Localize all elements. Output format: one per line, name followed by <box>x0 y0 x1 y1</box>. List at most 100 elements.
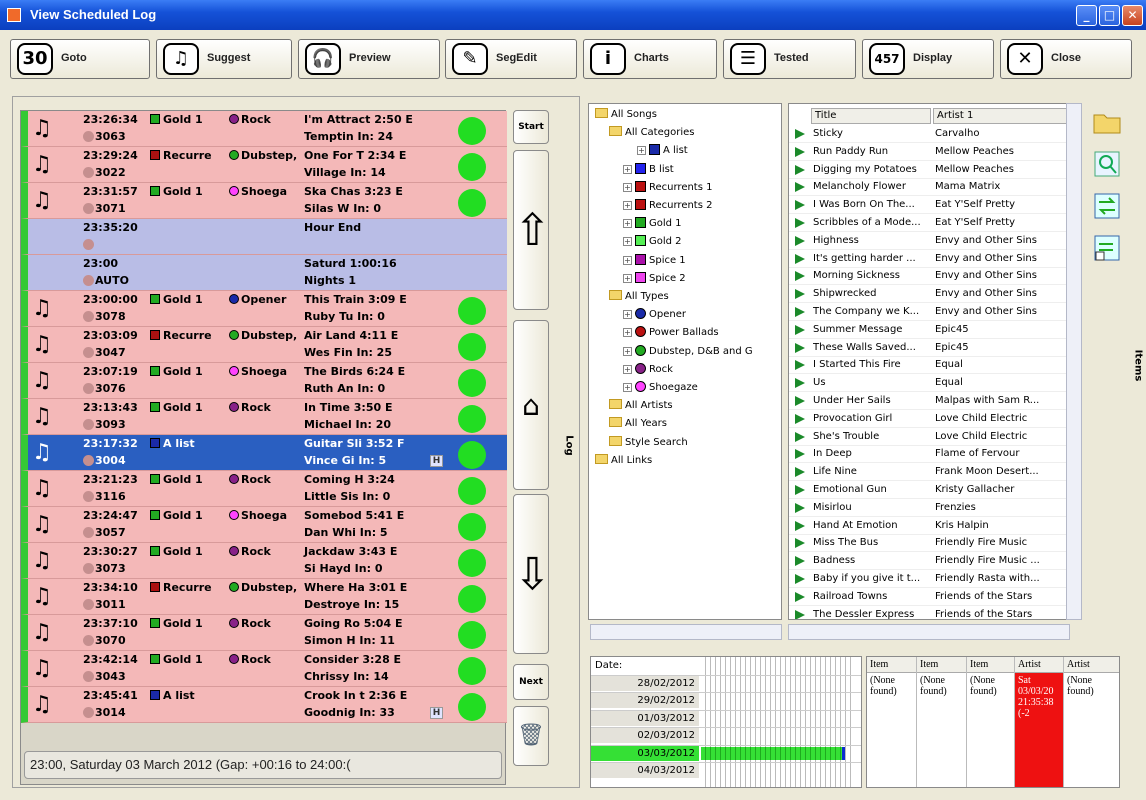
expand-icon[interactable]: + <box>623 310 632 320</box>
date-row[interactable]: 28/02/2012 <box>591 675 861 691</box>
grid-row[interactable]: Highness Envy and Other Sins <box>789 232 1069 250</box>
separation-column-header[interactable]: Item <box>967 657 1014 673</box>
log-row[interactable]: ♫ 23:07:19 Gold 1 Shoega The Birds 6:24 E 307… <box>21 363 507 399</box>
grid-row[interactable]: Under Her Sails Malpas with Sam R... <box>789 392 1069 410</box>
home-button[interactable]: ⌂ <box>513 320 549 490</box>
separation-column-header[interactable]: Item <box>867 657 916 673</box>
goto-button[interactable]: 30 Goto <box>10 39 150 79</box>
column-header-artist[interactable]: Artist 1 <box>933 108 1067 124</box>
date-row[interactable]: 02/03/2012 <box>591 727 861 744</box>
log-row[interactable]: ♫ 23:03:09 Recurre Dubstep, Air Land 4:11 E 3… <box>21 327 507 363</box>
maximize-button[interactable]: □ <box>1099 5 1120 26</box>
expand-icon[interactable]: + <box>623 255 632 265</box>
log-row[interactable]: ♫ 23:13:43 Gold 1 Rock In Time 3:50 E 3093 Mic… <box>21 399 507 435</box>
date-row[interactable]: 29/02/2012 <box>591 692 861 709</box>
play-icon[interactable] <box>795 289 805 300</box>
play-icon[interactable] <box>795 520 805 531</box>
grid-row[interactable]: Hand At Emotion Kris Halpin <box>789 517 1069 535</box>
separation-column-header[interactable]: Artist <box>1064 657 1119 673</box>
play-icon[interactable] <box>795 342 805 353</box>
start-button[interactable]: Start <box>513 110 549 144</box>
date-row[interactable]: 03/03/2012 <box>591 744 861 761</box>
play-icon[interactable] <box>795 200 805 211</box>
play-icon[interactable] <box>795 235 805 246</box>
window-close-button[interactable]: ✕ <box>1122 5 1143 26</box>
grid-row[interactable]: Summer Message Epic45 <box>789 321 1069 339</box>
grid-horizontal-scrollbar[interactable] <box>788 624 1070 640</box>
play-icon[interactable] <box>795 146 805 157</box>
search-library-button[interactable] <box>1091 148 1123 180</box>
log-row[interactable]: ♫ 23:17:32 A list Guitar Sli 3:52 F 3004 Vinc… <box>21 435 507 471</box>
items-tab[interactable]: Items <box>1132 350 1143 382</box>
play-icon[interactable] <box>795 164 805 175</box>
scroll-down-button[interactable]: ⇩ <box>513 494 551 654</box>
log-row[interactable]: ♫ 23:42:14 Gold 1 Rock Consider 3:28 E 3043 Ch… <box>21 651 507 687</box>
tree-node[interactable]: All Artists <box>609 399 673 411</box>
grid-row[interactable]: Misirlou Frenzies <box>789 499 1069 517</box>
log-row[interactable]: ♫ 23:26:34 Gold 1 Rock I'm Attract 2:50 E 306… <box>21 111 507 147</box>
tree-horizontal-scrollbar[interactable] <box>590 624 782 640</box>
log-row[interactable]: 23:35:20 Hour End <box>21 219 507 255</box>
open-folder-button[interactable] <box>1091 106 1123 138</box>
grid-row[interactable]: It's getting harder ... Envy and Other Si… <box>789 250 1069 268</box>
expand-icon[interactable]: + <box>623 182 632 192</box>
tree-node[interactable]: All Types <box>609 290 669 302</box>
grid-row[interactable]: She's Trouble Love Child Electric <box>789 428 1069 446</box>
log-row[interactable]: ♫ 23:34:10 Recurre Dubstep, Where Ha 3:01 E 3… <box>21 579 507 615</box>
play-icon[interactable] <box>795 271 805 282</box>
date-row[interactable]: 04/03/2012 <box>591 762 861 778</box>
log-row[interactable]: ♫ 23:45:41 A list Crook In t 2:36 E 3014 Good… <box>21 687 507 723</box>
play-icon[interactable] <box>795 609 805 619</box>
tree-node[interactable]: + Gold 2 <box>623 235 682 247</box>
tree-node[interactable]: + Recurrents 2 <box>623 199 712 211</box>
log-row[interactable]: ♫ 23:24:47 Gold 1 Shoega Somebod 5:41 E 3057 D… <box>21 507 507 543</box>
expand-icon[interactable]: + <box>623 201 632 210</box>
suggest-button[interactable]: ♫ Suggest <box>156 39 292 79</box>
display-button[interactable]: 457 Display <box>862 39 994 79</box>
expand-icon[interactable]: + <box>637 146 646 156</box>
grid-row[interactable]: The Company we K... Envy and Other Sins <box>789 303 1069 321</box>
grid-row[interactable]: Miss The Bus Friendly Fire Music <box>789 534 1069 553</box>
scroll-up-button[interactable]: ⇧ <box>513 150 551 310</box>
column-header-title[interactable]: Title <box>811 108 931 124</box>
log-row[interactable]: ♫ 23:29:24 Recurre Dubstep, One For T 2:34 E… <box>21 147 507 183</box>
log-row[interactable]: 23:00 Saturd 1:00:16 AUTO Nights 1 <box>21 255 507 291</box>
play-icon[interactable] <box>795 413 805 424</box>
play-icon[interactable] <box>795 218 805 228</box>
minimize-button[interactable]: _ <box>1076 5 1097 26</box>
play-icon[interactable] <box>795 449 805 460</box>
grid-row[interactable]: Us Equal <box>789 374 1069 393</box>
play-icon[interactable] <box>795 378 805 389</box>
tree-node[interactable]: + Gold 1 <box>623 217 682 229</box>
grid-row[interactable]: The Dessler Express Friends of the Stars <box>789 606 1069 619</box>
grid-row[interactable]: Melancholy Flower Mama Matrix <box>789 178 1069 197</box>
preview-button[interactable]: 🎧 Preview <box>298 39 440 79</box>
grid-row[interactable]: Badness Friendly Fire Music ... <box>789 552 1069 571</box>
play-icon[interactable] <box>795 467 805 478</box>
tree-node[interactable]: + Dubstep, D&B and G <box>623 344 753 357</box>
tree-node[interactable]: + Recurrents 1 <box>623 180 712 193</box>
play-icon[interactable] <box>795 574 805 584</box>
tree-node[interactable]: + Opener <box>623 308 686 320</box>
tree-node[interactable]: All Years <box>609 417 667 429</box>
play-icon[interactable] <box>795 396 805 406</box>
grid-row[interactable]: Scribbles of a Mode... Eat Y'Self Pretty <box>789 214 1069 232</box>
play-icon[interactable] <box>795 538 805 549</box>
grid-row[interactable]: These Walls Saved... Epic45 <box>789 339 1069 357</box>
grid-row[interactable]: Emotional Gun Kristy Gallacher <box>789 481 1069 499</box>
tree-node[interactable]: All Links <box>595 453 652 466</box>
play-icon[interactable] <box>795 324 805 335</box>
grid-vertical-scrollbar[interactable] <box>1066 103 1082 620</box>
separation-column-header[interactable]: Item <box>917 657 966 673</box>
tree-node[interactable]: + Shoegaze <box>623 381 698 393</box>
replace-song-button[interactable] <box>1091 190 1123 222</box>
log-tab[interactable]: Log <box>564 435 575 455</box>
expand-icon[interactable]: + <box>623 328 632 338</box>
expand-icon[interactable]: + <box>623 237 632 247</box>
grid-row[interactable]: Run Paddy Run Mellow Peaches <box>789 143 1069 161</box>
date-row[interactable]: 01/03/2012 <box>591 709 861 726</box>
separation-column-header[interactable]: Artist <box>1015 657 1063 673</box>
play-icon[interactable] <box>795 502 805 513</box>
log-row[interactable]: ♫ 23:00:00 Gold 1 Opener This Train 3:09 E 30… <box>21 291 507 327</box>
play-icon[interactable] <box>795 129 805 139</box>
